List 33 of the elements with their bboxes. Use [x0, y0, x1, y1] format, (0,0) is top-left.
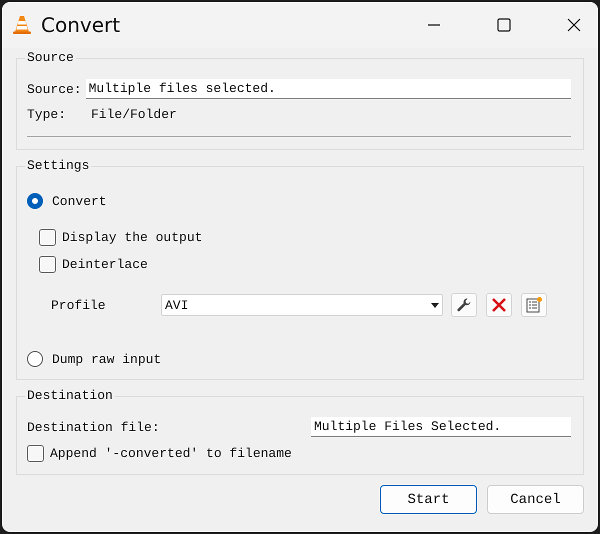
checkbox-label[interactable]: Append '-converted' to filename — [50, 446, 292, 461]
destination-label: Destination file: — [27, 420, 161, 434]
wrench-icon — [456, 297, 472, 313]
delete-profile-button[interactable] — [486, 293, 512, 317]
traffic-cone-icon — [12, 15, 32, 35]
profile-label: Profile — [51, 298, 107, 312]
maximize-icon — [497, 18, 511, 32]
window-title: Convert — [41, 13, 120, 37]
dialog-button[interactable]: Start — [380, 485, 477, 514]
delete-icon — [491, 297, 507, 313]
group-title: Settings — [25, 158, 92, 173]
new-profile-button[interactable] — [521, 293, 547, 317]
source-field[interactable]: Multiple files selected. — [86, 79, 571, 99]
checkbox[interactable] — [27, 445, 44, 462]
dialog-button[interactable]: Cancel — [487, 485, 584, 514]
checkbox[interactable] — [39, 256, 56, 273]
source-label: Source: — [27, 82, 82, 96]
checkbox[interactable] — [39, 229, 56, 246]
profile-dropdown[interactable]: AVI — [161, 294, 443, 316]
caret-icon — [431, 302, 439, 308]
edit-profile-button[interactable] — [451, 293, 477, 317]
close-icon — [567, 18, 581, 32]
profile-value: AVI — [165, 298, 188, 312]
destination-field[interactable]: Multiple Files Selected. — [311, 417, 571, 437]
radio-button[interactable] — [27, 351, 43, 367]
type-value: File/Folder — [91, 107, 177, 122]
checkbox-label[interactable]: Display the output — [62, 230, 202, 245]
checkbox-label[interactable]: Deinterlace — [62, 257, 148, 272]
type-label: Type: — [27, 107, 68, 122]
list-icon — [525, 296, 543, 314]
radio-label[interactable]: Dump raw input — [52, 352, 162, 366]
radio-button[interactable] — [27, 193, 43, 209]
radio-label[interactable]: Convert — [52, 194, 107, 208]
